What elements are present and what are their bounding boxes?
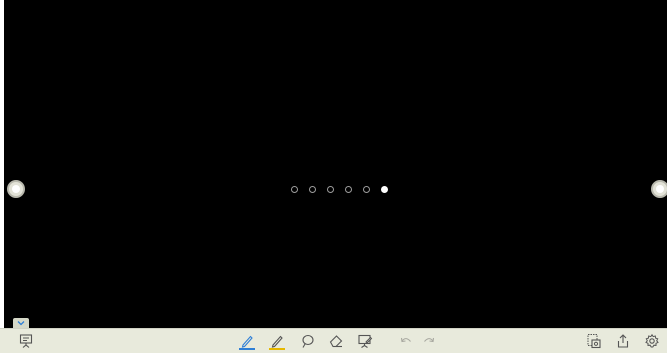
collapse-toolbar-button[interactable] <box>13 318 29 328</box>
redo-button[interactable] <box>419 331 439 351</box>
redo-icon <box>424 337 435 343</box>
gear-icon <box>645 333 659 348</box>
page-manager-button[interactable] <box>584 331 604 351</box>
eraser-icon <box>329 335 343 348</box>
page-dot[interactable] <box>345 185 352 193</box>
slides-button[interactable] <box>16 331 36 351</box>
insert-tool-button[interactable] <box>355 331 375 351</box>
pen-icon <box>241 335 253 348</box>
bottom-toolbar <box>0 328 667 353</box>
board-insert-icon <box>358 334 373 348</box>
page-dot-active[interactable] <box>381 185 388 193</box>
undo-icon <box>400 337 411 343</box>
undo-button[interactable] <box>396 331 416 351</box>
highlighter-icon <box>271 335 283 348</box>
highlighter-color-indicator <box>269 348 285 350</box>
eraser-tool-button[interactable] <box>326 331 346 351</box>
lasso-tool-button[interactable] <box>297 331 317 351</box>
share-button[interactable] <box>613 331 633 351</box>
next-page-button[interactable] <box>651 180 667 198</box>
previous-page-button[interactable] <box>7 180 25 198</box>
chevron-down-icon <box>17 321 25 326</box>
whiteboard-canvas[interactable] <box>4 0 667 328</box>
page-dot[interactable] <box>309 185 316 193</box>
page-dot[interactable] <box>327 185 334 193</box>
highlighter-tool-button[interactable] <box>267 331 287 351</box>
settings-button[interactable] <box>642 331 662 351</box>
pen-tool-button[interactable] <box>237 331 257 351</box>
page-dot[interactable] <box>363 185 370 193</box>
share-icon <box>617 334 629 348</box>
page-dot[interactable] <box>291 185 298 193</box>
pen-color-indicator <box>239 348 255 350</box>
whiteboard-icon <box>19 334 33 348</box>
lasso-icon <box>302 334 314 348</box>
page-manager-icon <box>587 334 601 349</box>
page-indicator <box>291 185 388 193</box>
